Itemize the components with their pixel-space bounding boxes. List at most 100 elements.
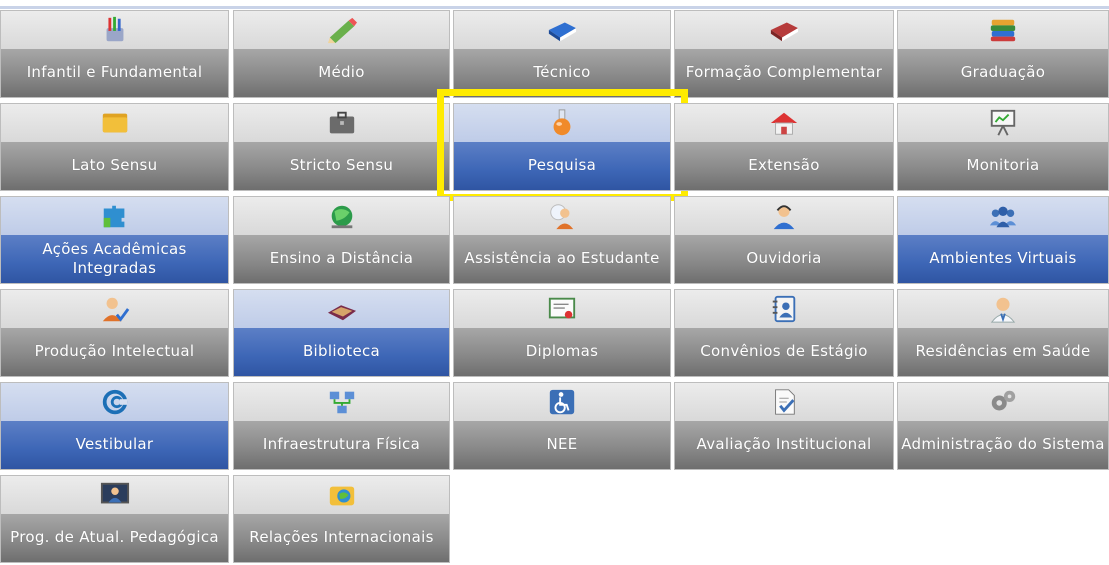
menu-tile-administracao-do-sistema[interactable]: Administração do Sistema: [897, 382, 1109, 470]
tile-icon-area: [675, 197, 893, 235]
tile-icon-area: [675, 11, 893, 49]
tile-label: Biblioteca: [302, 342, 381, 361]
tile-icon-area: [1, 104, 228, 142]
tile-label-area: Stricto Sensu: [234, 141, 449, 190]
menu-tile-formacao-complementar[interactable]: Formação Complementar: [674, 10, 894, 98]
menu-tile-biblioteca[interactable]: Biblioteca: [233, 289, 450, 377]
blue-book-icon: [548, 22, 577, 42]
document-check-icon: [775, 389, 795, 415]
doctor-icon: [990, 297, 1016, 323]
menu-tile-relacoes-internacionais[interactable]: Relações Internacionais: [233, 475, 450, 563]
tile-label-area: Ensino a Distância: [234, 234, 449, 283]
tile-label-area: Infantil e Fundamental: [1, 48, 228, 97]
tile-label-area: Técnico: [454, 48, 670, 97]
tile-label-area: Extensão: [675, 141, 893, 190]
tile-label: Extensão: [748, 156, 820, 175]
tile-label-area: Ambientes Virtuais: [898, 234, 1108, 283]
tile-label: Vestibular: [75, 435, 154, 454]
menu-tile-tecnico[interactable]: Técnico: [453, 10, 671, 98]
tile-label-area: Monitoria: [898, 141, 1108, 190]
address-book-icon: [772, 295, 796, 323]
menu-tile-avaliacao-institucional[interactable]: Avaliação Institucional: [674, 382, 894, 470]
tile-icon-area: [234, 290, 449, 328]
tile-label-area: Administração do Sistema: [898, 420, 1108, 469]
menu-tile-stricto-sensu[interactable]: Stricto Sensu: [233, 103, 450, 191]
crayons-icon: [106, 16, 123, 42]
tile-icon-area: [234, 104, 449, 142]
tile-icon-area: [234, 197, 449, 235]
tile-icon-area: [1, 290, 228, 328]
tile-label-area: Ouvidoria: [675, 234, 893, 283]
menu-tile-residencias-em-saude[interactable]: Residências em Saúde: [897, 289, 1109, 377]
tile-label-area: Lato Sensu: [1, 141, 228, 190]
headset-user-icon: [773, 205, 795, 230]
tile-label: Produção Intelectual: [34, 342, 195, 361]
tile-label: Ouvidoria: [746, 249, 822, 268]
tile-label-area: Médio: [234, 48, 449, 97]
gears-icon: [991, 390, 1016, 411]
tile-icon-area: [1, 383, 228, 421]
folder-icon: [102, 113, 127, 133]
tile-label: Administração do Sistema: [901, 435, 1105, 454]
tile-label: NEE: [546, 435, 578, 454]
open-book-icon: [327, 305, 356, 321]
menu-tile-vestibular[interactable]: Vestibular: [0, 382, 229, 470]
tile-icon-area: [898, 290, 1108, 328]
tile-label-area: Assistência ao Estudante: [454, 234, 670, 283]
tile-icon-area: [1, 476, 228, 514]
tile-label-area: Produção Intelectual: [1, 327, 228, 376]
network-icon: [329, 391, 354, 414]
tile-label: Residências em Saúde: [915, 342, 1091, 361]
menu-tile-pesquisa[interactable]: Pesquisa: [453, 103, 671, 191]
user-check-icon: [102, 297, 129, 322]
menu-tile-diplomas[interactable]: Diplomas: [453, 289, 671, 377]
tile-icon-area: [454, 383, 670, 421]
vestibular-logo-icon: [102, 389, 127, 415]
menu-tile-assistencia-ao-estudante[interactable]: Assistência ao Estudante: [453, 196, 671, 284]
presentation-icon: [990, 109, 1016, 136]
menu-tile-medio[interactable]: Médio: [233, 10, 450, 98]
menu-tile-monitoria[interactable]: Monitoria: [897, 103, 1109, 191]
menu-tile-graduacao[interactable]: Graduação: [897, 10, 1109, 98]
tile-label-area: Avaliação Institucional: [675, 420, 893, 469]
tile-label: Infraestrutura Física: [262, 435, 421, 454]
menu-tile-convenios-de-estagio[interactable]: Convênios de Estágio: [674, 289, 894, 377]
tile-icon-area: [675, 104, 893, 142]
menu-tile-ouvidoria[interactable]: Ouvidoria: [674, 196, 894, 284]
tile-label: Médio: [318, 63, 365, 82]
tile-label: Avaliação Institucional: [696, 435, 872, 454]
tile-label-area: Ações Acadêmicas Integradas: [1, 234, 228, 283]
menu-tile-lato-sensu[interactable]: Lato Sensu: [0, 103, 229, 191]
tile-icon-area: [898, 197, 1108, 235]
tile-label: Ações Acadêmicas Integradas: [42, 239, 187, 277]
menu-tile-infantil-e-fundamental[interactable]: Infantil e Fundamental: [0, 10, 229, 98]
house-icon: [770, 112, 798, 135]
menu-tile-nee[interactable]: NEE: [453, 382, 671, 470]
tile-label: Relações Internacionais: [249, 528, 434, 547]
menu-tile-acoes-academicas-integradas[interactable]: Ações Acadêmicas Integradas: [0, 196, 229, 284]
tile-label-area: Biblioteca: [234, 327, 449, 376]
tile-label: Assistência ao Estudante: [464, 249, 660, 268]
menu-tile-ambientes-virtuais[interactable]: Ambientes Virtuais: [897, 196, 1109, 284]
users-group-icon: [989, 206, 1017, 228]
menu-tile-infraestrutura-fisica[interactable]: Infraestrutura Física: [233, 382, 450, 470]
tile-icon-area: [454, 197, 670, 235]
menu-tile-ensino-a-distancia[interactable]: Ensino a Distância: [233, 196, 450, 284]
tile-icon-area: [898, 11, 1108, 49]
pencil-icon: [327, 17, 357, 44]
tile-label: Prog. de Atual. Pedagógica: [10, 528, 219, 547]
tile-icon-area: [1, 197, 228, 235]
tile-label: Diplomas: [525, 342, 599, 361]
tile-label: Lato Sensu: [71, 156, 158, 175]
menu-tile-extensao[interactable]: Extensão: [674, 103, 894, 191]
menu-tile-prog-de-atual-pedagogica[interactable]: Prog. de Atual. Pedagógica: [0, 475, 229, 563]
top-divider: [0, 6, 1109, 9]
certificate-icon: [548, 297, 576, 319]
tile-icon-area: [898, 383, 1108, 421]
tile-label-area: Diplomas: [454, 327, 670, 376]
menu-tile-producao-intelectual[interactable]: Produção Intelectual: [0, 289, 229, 377]
tile-label-area: Prog. de Atual. Pedagógica: [1, 513, 228, 562]
tile-label-area: Relações Internacionais: [234, 513, 449, 562]
tile-label: Ambientes Virtuais: [929, 249, 1077, 268]
tile-label: Stricto Sensu: [289, 156, 394, 175]
